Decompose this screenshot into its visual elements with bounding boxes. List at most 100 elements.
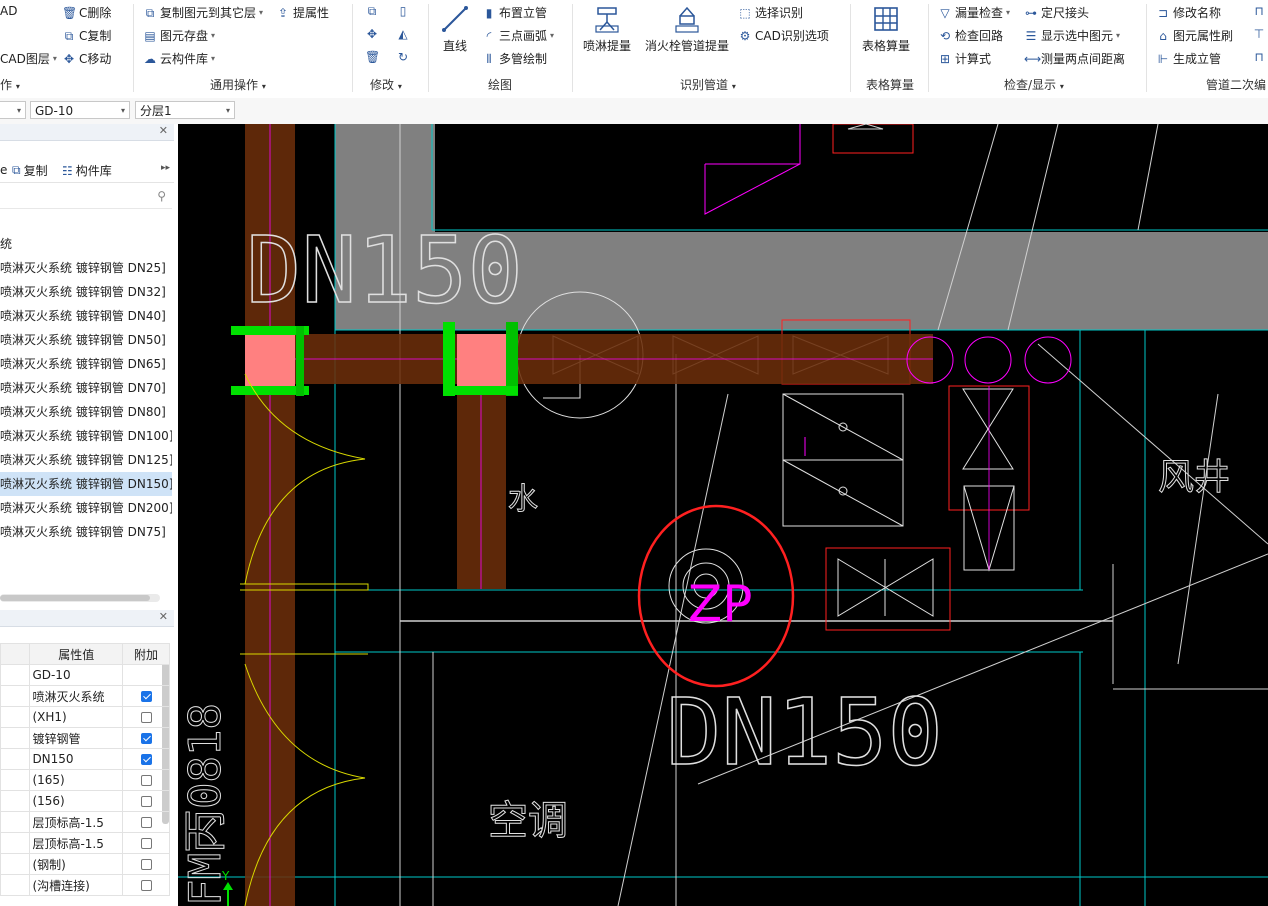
component-lib-button[interactable]: ☷ 构件库 xyxy=(62,162,112,179)
check-loop-button[interactable]: ⟲ 检查回路 xyxy=(938,27,1003,44)
mirror-tool-button[interactable]: ◭ xyxy=(396,27,410,41)
extra-checkbox[interactable] xyxy=(140,796,152,807)
tree-item[interactable]: 喷淋灭火系统 镀锌钢管 DN150] xyxy=(0,472,172,496)
extra-checkbox[interactable] xyxy=(140,775,152,786)
copy-component-button[interactable]: ⧉ 复制 xyxy=(12,162,48,179)
extra-checkbox[interactable] xyxy=(140,691,152,702)
group-label-common[interactable]: 通用操作 ▾ xyxy=(210,76,266,93)
property-value-cell[interactable]: (XH1) xyxy=(29,706,124,728)
cloud-lib-button[interactable]: ☁ 云构件库 ▾ xyxy=(143,50,215,67)
more-tool-button[interactable]: ⊓ xyxy=(1252,50,1266,64)
property-row[interactable]: (XH1) xyxy=(0,706,170,728)
cad-button[interactable]: AD xyxy=(0,4,17,18)
property-row[interactable]: 镀锌钢管 xyxy=(0,727,170,749)
extra-checkbox[interactable] xyxy=(140,712,152,723)
property-value-cell[interactable]: 镀锌钢管 xyxy=(29,727,124,749)
close-icon[interactable]: ✕ xyxy=(159,124,168,137)
sublayer-select[interactable]: 分层1 ▾ xyxy=(135,101,235,119)
property-value-cell[interactable]: (165) xyxy=(29,769,124,791)
more-tool-button[interactable]: ⊓ xyxy=(1252,4,1266,18)
property-row[interactable]: GD-10 xyxy=(0,664,170,686)
tree-item[interactable]: 喷淋灭火系统 镀锌钢管 DN50] xyxy=(0,328,172,352)
close-icon[interactable]: ✕ xyxy=(159,610,168,623)
extra-checkbox[interactable] xyxy=(140,838,152,849)
copy-tool-button[interactable]: ⧉ xyxy=(365,4,379,18)
scrollbar-thumb[interactable] xyxy=(0,595,150,601)
property-value-cell[interactable]: 层顶标高-1.5 xyxy=(29,832,124,854)
fixed-joint-button[interactable]: ⊶ 定尺接头 xyxy=(1024,4,1089,21)
property-value-cell[interactable]: (156) xyxy=(29,790,124,812)
formula-button[interactable]: ⊞ 计算式 xyxy=(938,50,991,67)
component-select[interactable]: GD-10 ▾ xyxy=(30,101,130,119)
riser-button[interactable]: ▮ 布置立管 xyxy=(482,4,547,21)
pipe-node-tee[interactable] xyxy=(443,322,518,396)
search-input[interactable]: ⚲ xyxy=(0,186,172,209)
extra-checkbox[interactable] xyxy=(140,880,152,891)
show-selected-button[interactable]: ☰ 显示选中图元 ▾ xyxy=(1024,27,1120,44)
c-move-button[interactable]: ✥ C移动 xyxy=(62,50,111,67)
line-button[interactable]: 直线 xyxy=(440,4,470,54)
tree-item[interactable]: 喷淋灭火系统 镀锌钢管 DN65] xyxy=(0,352,172,376)
c-copy-button[interactable]: ⧉ C复制 xyxy=(62,27,112,44)
tree-item[interactable]: 喷淋灭火系统 镀锌钢管 DN75] xyxy=(0,520,172,544)
horizontal-scrollbar[interactable] xyxy=(0,594,160,602)
tree-group-header[interactable]: 统 xyxy=(0,232,172,256)
property-row[interactable]: (沟槽连接) xyxy=(0,874,170,896)
sprinkler-extract-button[interactable]: 喷淋提量 xyxy=(583,4,631,54)
extra-checkbox[interactable] xyxy=(140,859,152,870)
property-value-cell[interactable]: (沟槽连接) xyxy=(29,874,124,896)
property-value-cell[interactable]: 喷淋灭火系统 xyxy=(29,685,124,707)
extract-props-button[interactable]: ⇪ 提属性 xyxy=(276,4,329,21)
property-row[interactable]: 层顶标高-1.5 xyxy=(0,811,170,833)
property-row[interactable]: (156) xyxy=(0,790,170,812)
extra-checkbox[interactable] xyxy=(140,817,152,828)
save-element-button[interactable]: ▤ 图元存盘 ▾ xyxy=(143,27,215,44)
table-calc-button[interactable]: 表格算量 xyxy=(862,4,910,54)
prop-brush-button[interactable]: ⌂ 图元属性刷 xyxy=(1156,27,1233,44)
tree-item[interactable]: 喷淋灭火系统 镀锌钢管 DN32] xyxy=(0,280,172,304)
hydrant-extract-button[interactable]: 消火栓管道提量 xyxy=(645,4,729,54)
rename-button[interactable]: ⊐ 修改名称 xyxy=(1156,4,1221,21)
more-tool-button[interactable]: ⊤ xyxy=(1252,27,1266,41)
leak-check-button[interactable]: ▽ 漏量检查 ▾ xyxy=(938,4,1010,21)
more-icon[interactable]: ▸▸ xyxy=(161,163,170,173)
property-value-cell[interactable]: (钢制) xyxy=(29,853,124,875)
cad-canvas[interactable]: ZP DN150 DN150 水 空调 风井 FM丙0818 Y xyxy=(178,124,1268,906)
cad-layer-button[interactable]: CAD图层 ▾ xyxy=(0,50,57,67)
group-label-check[interactable]: 检查/显示 ▾ xyxy=(1004,76,1064,93)
property-value-cell[interactable]: 层顶标高-1.5 xyxy=(29,811,124,833)
property-row[interactable]: 层顶标高-1.5 xyxy=(0,832,170,854)
arc-button[interactable]: ◜ 三点画弧 ▾ xyxy=(482,27,554,44)
measure-button[interactable]: ⟷ 测量两点间距离 xyxy=(1024,50,1125,67)
c-delete-button[interactable]: 🗑 C删除 xyxy=(62,4,111,21)
extra-checkbox[interactable] xyxy=(140,754,152,765)
tree-item[interactable]: 喷淋灭火系统 镀锌钢管 DN25] xyxy=(0,256,172,280)
property-value-cell[interactable]: DN150 xyxy=(29,748,124,770)
cad-drawing[interactable]: ZP DN150 DN150 水 空调 风井 FM丙0818 Y xyxy=(178,124,1268,906)
property-row[interactable]: (钢制) xyxy=(0,853,170,875)
tree-item[interactable]: 喷淋灭火系统 镀锌钢管 DN40] xyxy=(0,304,172,328)
extra-checkbox[interactable] xyxy=(140,733,152,744)
property-value-cell[interactable]: GD-10 xyxy=(29,664,124,686)
cad-options-button[interactable]: ⚙ CAD识别选项 xyxy=(738,27,829,44)
property-row[interactable]: 喷淋灭火系统 xyxy=(0,685,170,707)
tree-item[interactable]: 喷淋灭火系统 镀锌钢管 DN70] xyxy=(0,376,172,400)
copy-to-layer-button[interactable]: ⧉ 复制图元到其它层 ▾ xyxy=(143,4,263,21)
property-row[interactable]: DN150 xyxy=(0,748,170,770)
tree-item[interactable]: 喷淋灭火系统 镀锌钢管 DN100] xyxy=(0,424,172,448)
tree-item[interactable]: 喷淋灭火系统 镀锌钢管 DN200] xyxy=(0,496,172,520)
select-identify-button[interactable]: ⬚ 选择识别 xyxy=(738,4,803,21)
tree-item[interactable]: 喷淋灭火系统 镀锌钢管 DN80] xyxy=(0,400,172,424)
gen-riser-button[interactable]: ⊩ 生成立管 xyxy=(1156,50,1221,67)
tree-item[interactable]: 喷淋灭火系统 镀锌钢管 DN125] xyxy=(0,448,172,472)
group-label-modify[interactable]: 修改 ▾ xyxy=(370,76,402,93)
move-tool-button[interactable]: ✥ xyxy=(365,27,379,41)
doc-tool-button[interactable]: ▯ xyxy=(396,4,410,18)
multi-pipe-button[interactable]: ⫴ 多管绘制 xyxy=(482,50,547,67)
group-label-op[interactable]: 作 ▾ xyxy=(0,76,20,93)
rotate-tool-button[interactable]: ↻ xyxy=(396,50,410,64)
pipe-node-left[interactable] xyxy=(231,326,309,396)
group-label-identify[interactable]: 识别管道 ▾ xyxy=(680,76,736,93)
floor-select[interactable]: ▾ xyxy=(0,101,26,119)
delete-tool-button[interactable]: 🗑 xyxy=(365,50,380,64)
